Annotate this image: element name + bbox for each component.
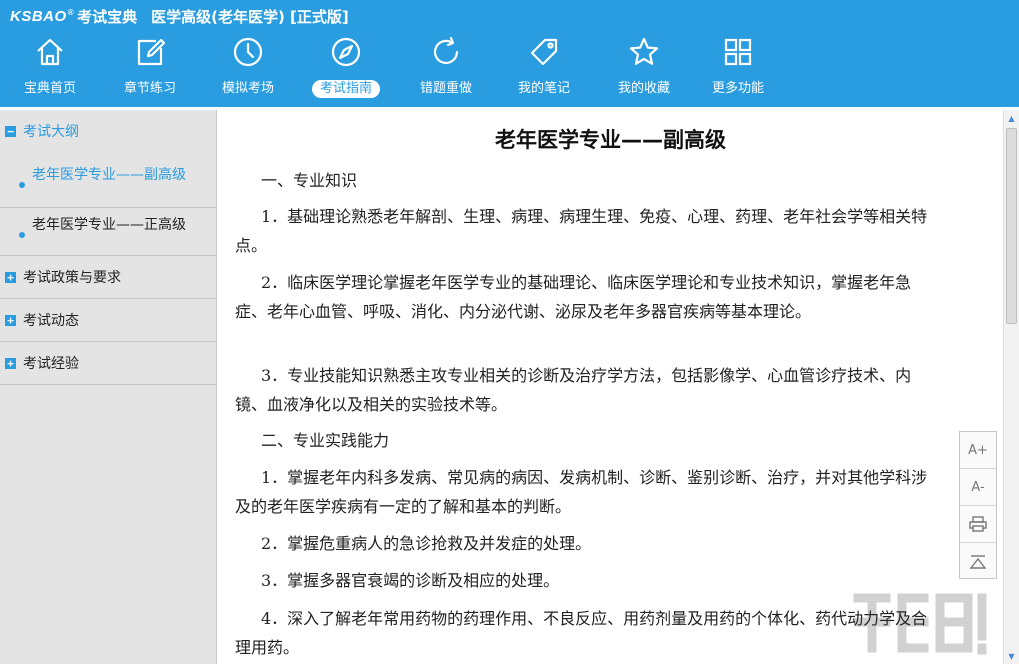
paragraph: 1．掌握老年内科多发病、常见病的病因、发病机制、诊断、鉴别诊断、治疗，并对其他学… bbox=[235, 468, 928, 516]
nav-exam-guide[interactable]: 考试指南 bbox=[300, 34, 392, 104]
home-icon bbox=[37, 38, 63, 66]
nav-label: 章节练习 bbox=[123, 81, 176, 96]
nav-label: 我的收藏 bbox=[617, 81, 670, 96]
section-heading: 二、专业实践能力 bbox=[261, 431, 390, 450]
nav-my-favorites[interactable]: 我的收藏 bbox=[598, 34, 690, 104]
main-nav: 宝典首页 章节练习 模拟考场 考试指南 错题重做 我的笔记 我的收藏 更多功能 bbox=[0, 34, 800, 104]
paragraph: 3．专业技能知识熟悉主攻专业相关的诊断及治疗学方法，包括影像学、心血管诊疗技术、… bbox=[235, 366, 912, 414]
nav-label: 我的笔记 bbox=[517, 81, 570, 96]
nav-label: 宝典首页 bbox=[23, 81, 76, 96]
expand-icon[interactable]: + bbox=[5, 271, 16, 283]
collapse-icon[interactable]: − bbox=[5, 125, 16, 137]
paragraph: 3．掌握多器官衰竭的诊断及相应的处理。 bbox=[261, 571, 560, 590]
sidebar-item-label: 老年医学专业——正高级 bbox=[32, 217, 186, 233]
refresh-icon bbox=[433, 36, 459, 64]
print-button[interactable] bbox=[960, 506, 996, 543]
paragraph: 1．基础理论熟悉老年解剖、生理、病理、病理生理、免疫、心理、药理、老年社会学等相… bbox=[235, 207, 928, 255]
sidebar-section-label: 考试政策与要求 bbox=[23, 270, 121, 286]
divider bbox=[0, 207, 216, 208]
expand-icon[interactable]: + bbox=[5, 357, 16, 369]
ksbao-logo: KSBAO® bbox=[10, 8, 74, 25]
scroll-down-arrow-icon[interactable]: ▼ bbox=[1004, 648, 1019, 664]
divider bbox=[0, 384, 216, 385]
font-decrease-button[interactable]: A- bbox=[960, 469, 996, 506]
nav-more-features[interactable]: 更多功能 bbox=[692, 34, 784, 104]
section-heading: 一、专业知识 bbox=[261, 171, 358, 190]
font-increase-button[interactable]: A+ bbox=[960, 432, 996, 469]
scrollbar-thumb[interactable] bbox=[1006, 128, 1017, 324]
nav-mock-exam[interactable]: 模拟考场 bbox=[202, 34, 294, 104]
app-header: KSBAO® 考试宝典 医学高级(老年医学) [正式版] 宝典首页 章节练习 模… bbox=[0, 0, 1019, 107]
sidebar-item-associate-senior[interactable]: 老年医学专业——副高级 bbox=[0, 162, 216, 208]
paragraph: 2．掌握危重病人的急诊抢救及并发症的处理。 bbox=[261, 534, 592, 553]
nav-chapter-practice[interactable]: 章节练习 bbox=[104, 34, 196, 104]
nav-label: 考试指南 bbox=[312, 80, 380, 98]
title-bar: KSBAO® 考试宝典 医学高级(老年医学) [正式版] bbox=[10, 5, 349, 27]
nav-home[interactable]: 宝典首页 bbox=[4, 34, 96, 104]
print-icon bbox=[969, 516, 987, 532]
nav-my-notes[interactable]: 我的笔记 bbox=[498, 34, 590, 104]
compass-icon bbox=[331, 37, 361, 67]
paragraph: 4．深入了解老年常用药物的药理作用、不良反应、用药剂量及用药的个体化、药代动力学… bbox=[235, 609, 928, 657]
nav-wrong-redo[interactable]: 错题重做 bbox=[400, 34, 492, 104]
logo-text: KSBAO bbox=[10, 7, 67, 25]
sidebar-section-news[interactable]: + 考试动态 bbox=[0, 299, 216, 341]
sidebar-section-policy[interactable]: + 考试政策与要求 bbox=[0, 256, 216, 298]
sidebar-section-label: 考试动态 bbox=[23, 313, 79, 329]
sidebar-item-full-senior[interactable]: 老年医学专业——正高级 bbox=[0, 212, 216, 258]
nav-label: 更多功能 bbox=[711, 81, 764, 96]
watermark-logo bbox=[853, 593, 987, 655]
bullet-icon bbox=[19, 182, 25, 188]
nav-label: 模拟考场 bbox=[221, 81, 274, 96]
paragraph: 2．临床医学理论掌握老年医学专业的基础理论、临床医学理论和专业技术知识，掌握老年… bbox=[235, 273, 912, 321]
sidebar-item-label: 老年医学专业——副高级 bbox=[32, 167, 186, 183]
app-title: 医学高级(老年医学) [正式版] bbox=[151, 7, 349, 26]
document-title: 老年医学专业——副高级 bbox=[495, 128, 726, 152]
nav-label: 错题重做 bbox=[419, 81, 472, 96]
scroll-up-arrow-icon[interactable]: ▲ bbox=[1004, 110, 1019, 126]
sidebar-section-experience[interactable]: + 考试经验 bbox=[0, 342, 216, 384]
vertical-scrollbar[interactable]: ▲ ▼ bbox=[1003, 110, 1019, 664]
expand-icon[interactable]: + bbox=[5, 314, 16, 326]
clock-icon bbox=[233, 37, 263, 67]
sidebar-section-label: 考试经验 bbox=[23, 356, 79, 372]
document-view: 老年医学专业——副高级 一、专业知识 1．基础理论熟悉老年解剖、生理、病理、病理… bbox=[218, 110, 1003, 664]
brand-name: 考试宝典 bbox=[77, 7, 138, 26]
edit-icon bbox=[137, 38, 166, 66]
star-icon bbox=[629, 37, 659, 65]
back-to-top-button[interactable] bbox=[960, 543, 996, 580]
tag-icon bbox=[530, 38, 558, 66]
sidebar-section-exam-outline[interactable]: − 考试大纲 bbox=[0, 110, 216, 152]
logo-registered-mark: ® bbox=[67, 7, 75, 17]
reading-tools: A+ A- bbox=[959, 431, 997, 579]
top-icon bbox=[969, 554, 987, 569]
bullet-icon bbox=[19, 232, 25, 238]
sidebar-section-label: 考试大纲 bbox=[23, 124, 79, 140]
sidebar: − 考试大纲 老年医学专业——副高级 老年医学专业——正高级 + 考试政策与要求… bbox=[0, 110, 217, 664]
grid-icon bbox=[724, 38, 752, 66]
